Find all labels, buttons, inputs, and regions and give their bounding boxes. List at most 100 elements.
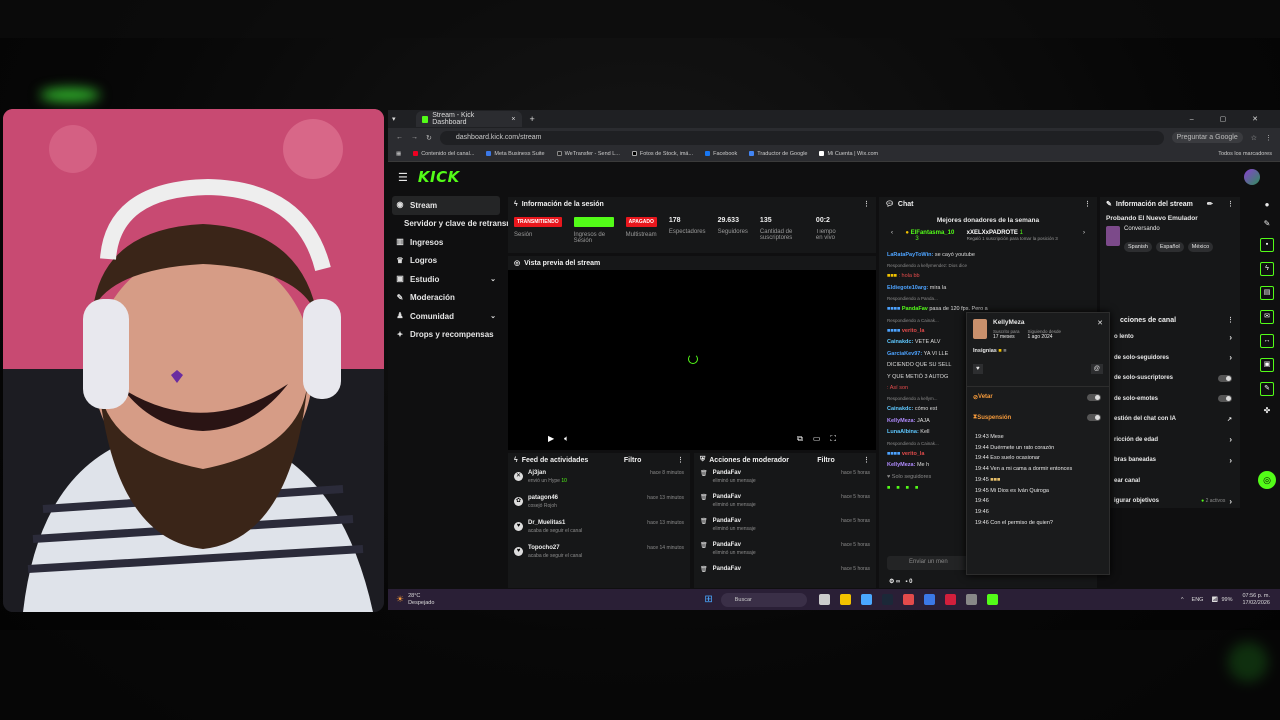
play-icon[interactable]: ▶ [548, 434, 554, 444]
prev-icon[interactable]: ‹ [891, 230, 893, 242]
new-tab-icon[interactable]: + [530, 114, 535, 124]
kick-app-icon[interactable] [986, 594, 998, 605]
toolbar-button-6[interactable]: ▣ [1260, 358, 1274, 372]
action-row[interactable]: estión del chat con IA ↗ [1100, 409, 1240, 430]
toggle-switch[interactable] [1087, 414, 1101, 422]
network-icon[interactable]: 📶︎ [1211, 597, 1218, 603]
bookmark-3[interactable]: Fotos de Stock, imá... [631, 151, 693, 157]
sidebar-item-estudio[interactable]: ▣ Estudio ⌄ [388, 270, 504, 289]
clock[interactable]: 07:56 p. m. 17/02/2026 [1242, 593, 1270, 606]
list-item[interactable]: ♥ Topocho27 acaba de seguir el canal hace 1… [508, 542, 690, 567]
action-row[interactable]: o lento › [1100, 327, 1240, 348]
volume-icon[interactable]: 🔈︎ [564, 434, 569, 444]
list-item[interactable]: 🗑︎ PandaFav eliminó un mensaje hace 5 horas [694, 539, 876, 563]
suspension-row[interactable]: ⧗ Suspensión [967, 408, 1109, 429]
sidebar-item-server[interactable]: Servidor y clave de retransmi [388, 215, 516, 234]
fullscreen-icon[interactable]: ⛶ [830, 434, 836, 444]
toolbar-button-2[interactable]: ϟ [1260, 262, 1274, 276]
list-item[interactable]: 🗑︎ PandaFav eliminó un mensaje hace 5 horas [694, 467, 876, 491]
more-icon[interactable]: ⋮ [1227, 316, 1234, 324]
list-item[interactable]: ✕ Aj3jan envió un Hype 10 hace 8 minutos [508, 467, 690, 492]
toolbar-button-3[interactable]: ▤ [1260, 286, 1274, 300]
action-row[interactable]: ricción de edad › [1100, 430, 1240, 451]
back-icon[interactable]: ← [396, 134, 403, 141]
info-icon[interactable]: ● [1265, 200, 1270, 209]
avatar[interactable] [1244, 169, 1260, 185]
app-icon[interactable] [923, 594, 935, 605]
chrome-icon[interactable] [860, 594, 872, 605]
pip-icon[interactable]: ⧉ [797, 434, 803, 444]
window-controls[interactable]: ‒ ▢ ✕ [1190, 115, 1270, 123]
toggle-switch[interactable] [1087, 393, 1101, 401]
toggle-switch[interactable] [1218, 395, 1232, 403]
help-button[interactable]: ◎ [1258, 471, 1276, 489]
app-icon[interactable] [902, 594, 914, 605]
action-row[interactable]: de solo-suscriptores [1100, 368, 1240, 389]
more-icon[interactable]: ⋮ [863, 456, 870, 464]
list-item[interactable]: 🗑︎ PandaFav hace 5 horas [694, 563, 876, 577]
sidebar-item-stream[interactable]: ◉ Stream [392, 196, 500, 215]
url-field[interactable]: dashboard.kick.com/stream [439, 130, 1164, 145]
tab-menu-icon[interactable]: ▾ [392, 115, 396, 123]
list-item[interactable]: 🗑︎ PandaFav eliminó un mensaje hace 5 horas [694, 491, 876, 515]
star-icon[interactable]: ☆ [1251, 134, 1257, 142]
task-view-icon[interactable] [818, 594, 830, 605]
toolbar-button-1[interactable]: ▪ [1260, 238, 1274, 252]
mention-icon[interactable]: @ [1090, 364, 1103, 374]
more-icon[interactable]: ⋮ [863, 200, 870, 208]
tray-chevron-icon[interactable]: ^ [1181, 597, 1184, 603]
weather-widget[interactable]: 28°C Despejado [408, 593, 434, 606]
toolbar-button-7[interactable]: ✎ [1260, 382, 1274, 396]
toolbar-button-4[interactable]: ✉ [1260, 310, 1274, 324]
next-icon[interactable]: › [1083, 230, 1085, 242]
bookmark-1[interactable]: Meta Business Suite [486, 151, 545, 157]
sidebar-item-moderacion[interactable]: ✎ Moderación [388, 289, 504, 308]
close-tab-icon[interactable]: × [511, 116, 515, 123]
file-explorer-icon[interactable] [839, 594, 851, 605]
apps-icon[interactable]: ▦ [396, 151, 401, 157]
list-item[interactable]: ♥ Dr_Muelitas1 acaba de seguir el canal hac… [508, 517, 690, 542]
more-icon[interactable]: ⋮ [1227, 200, 1234, 208]
language-indicator[interactable]: ENG [1192, 597, 1204, 603]
menu-dots-icon[interactable]: ⋮ [1265, 134, 1272, 142]
app-icon[interactable] [944, 594, 956, 605]
forward-icon[interactable]: → [411, 134, 418, 141]
action-row[interactable]: bras baneadas › [1100, 450, 1240, 471]
toolbar-button-5[interactable]: ↔ [1260, 334, 1274, 348]
heart-icon[interactable]: ♥ [973, 364, 983, 374]
vetar-row[interactable]: ⊘ Vetar [967, 387, 1109, 408]
hamburger-icon[interactable]: ☰ [398, 171, 408, 184]
settings-icon[interactable]: ⚙ ∞ [889, 579, 900, 585]
action-row[interactable]: igurar objetivos ● 2 activos › [1100, 491, 1240, 512]
kick-logo[interactable]: KICK [418, 168, 460, 186]
sidebar-item-comunidad[interactable]: ♟ Comunidad ⌄ [388, 307, 504, 326]
more-icon[interactable]: ⋮ [677, 456, 684, 464]
filter-button[interactable]: Filtro [624, 457, 642, 464]
tab-kick-dashboard[interactable]: Stream - Kick Dashboard × [415, 111, 522, 127]
bookmark-5[interactable]: Traductor de Google [749, 151, 807, 157]
bookmark-0[interactable]: Contenido del canal... [413, 151, 474, 157]
action-row[interactable]: ear canal [1100, 471, 1240, 492]
bookmark-6[interactable]: Mi Cuenta | Wix.com [819, 151, 878, 157]
bookmark-2[interactable]: WeTransfer - Send L... [556, 151, 620, 157]
list-item[interactable]: ✿ patagon46 cosejó Rojoh hace 13 minutos [508, 492, 690, 517]
action-row[interactable]: de solo-seguidores › [1100, 348, 1240, 369]
sidebar-item-ingresos[interactable]: ▥ Ingresos [388, 233, 504, 252]
bookmark-4[interactable]: Facebook [705, 151, 737, 157]
pencil-icon[interactable]: ✎ [1264, 219, 1271, 228]
steam-icon[interactable] [881, 594, 893, 605]
more-icon[interactable]: ⋮ [1084, 200, 1091, 208]
app-icon[interactable] [965, 594, 977, 605]
reload-icon[interactable]: ↻ [426, 134, 432, 142]
ask-google-button[interactable]: Preguntar a Google [1171, 132, 1243, 143]
sidebar-item-drops[interactable]: ✦ Drops y recompensas [388, 326, 504, 345]
windows-start-icon[interactable]: ⊞ [704, 594, 712, 605]
all-bookmarks[interactable]: Todos los marcadores [1218, 151, 1272, 157]
taskbar-search[interactable]: Buscar [720, 592, 807, 607]
pencil-icon[interactable]: ✏ [1207, 200, 1213, 208]
filter-button[interactable]: Filtro [817, 457, 835, 464]
list-item[interactable]: 🗑︎ PandaFav eliminó un mensaje hace 5 horas [694, 515, 876, 539]
sidebar-item-logros[interactable]: ♛ Logros [388, 252, 504, 271]
theater-icon[interactable]: ▭ [813, 434, 821, 444]
close-icon[interactable]: ✕ [1097, 319, 1103, 340]
